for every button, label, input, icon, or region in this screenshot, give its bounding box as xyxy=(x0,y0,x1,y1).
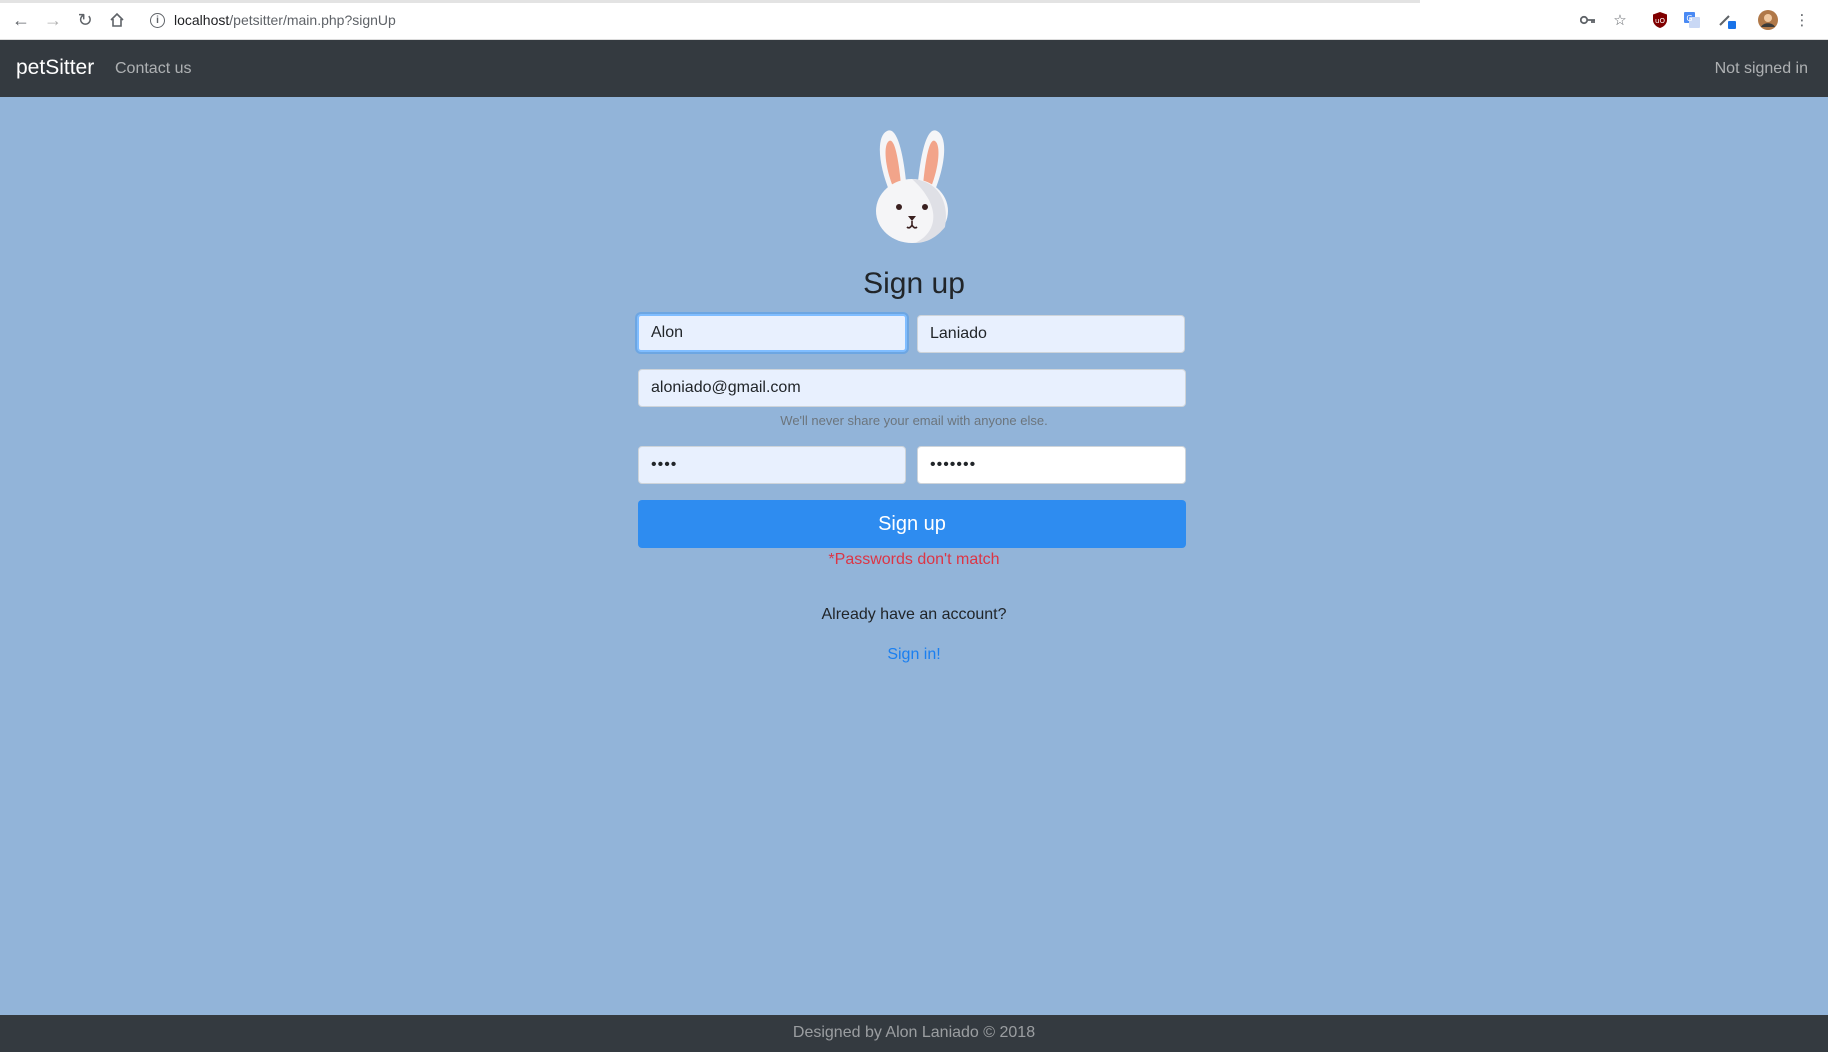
home-icon[interactable] xyxy=(106,9,128,31)
sign-in-link[interactable]: Sign in! xyxy=(887,646,940,663)
url-path: /petsitter/main.php?signUp xyxy=(229,12,396,28)
browser-toolbar: ← → ↻ i localhost/petsitter/main.php?sig… xyxy=(0,0,1828,40)
svg-text:G: G xyxy=(1686,14,1692,23)
ublock-extension-icon[interactable]: uO xyxy=(1650,10,1670,30)
profile-avatar-icon[interactable] xyxy=(1758,10,1778,30)
confirm-password-input[interactable]: ••••••• xyxy=(917,446,1186,484)
chrome-menu-icon[interactable]: ⋮ xyxy=(1792,10,1812,30)
reload-icon[interactable]: ↻ xyxy=(74,9,96,31)
sign-in-status: Not signed in xyxy=(1714,60,1808,77)
bookmark-star-icon[interactable]: ☆ xyxy=(1610,10,1630,30)
tab-strip-edge xyxy=(0,0,1420,3)
navbar: petSitter Contact us Not signed in xyxy=(0,40,1828,97)
email-hint: We'll never share your email with anyone… xyxy=(780,413,1048,428)
brand-logo[interactable]: petSitter xyxy=(16,56,94,80)
translate-extension-icon[interactable]: G xyxy=(1682,10,1702,30)
bunny-logo-icon xyxy=(876,130,948,243)
sign-up-button[interactable]: Sign up xyxy=(638,500,1186,548)
already-have-account-text: Already have an account? xyxy=(821,606,1007,623)
svg-text:uO: uO xyxy=(1655,17,1665,25)
key-icon[interactable] xyxy=(1578,10,1598,30)
page-title: Sign up xyxy=(863,267,965,300)
forward-icon[interactable]: → xyxy=(42,9,64,31)
contact-us-link[interactable]: Contact us xyxy=(115,60,191,78)
address-bar[interactable]: i localhost/petsitter/main.php?signUp xyxy=(150,8,396,32)
signup-page: Sign up Alon Laniado aloniado@gmail.com … xyxy=(0,97,1828,1015)
pen-extension-icon[interactable] xyxy=(1718,10,1738,30)
password-error-message: *Passwords don't match xyxy=(828,551,1000,568)
last-name-input[interactable]: Laniado xyxy=(917,315,1185,353)
password-input[interactable]: •••• xyxy=(638,446,906,484)
site-info-icon[interactable]: i xyxy=(150,12,165,28)
first-name-input[interactable]: Alon xyxy=(637,314,907,352)
email-input[interactable]: aloniado@gmail.com xyxy=(638,369,1186,407)
footer: Designed by Alon Laniado © 2018 xyxy=(0,1015,1828,1052)
back-icon[interactable]: ← xyxy=(10,9,32,31)
url-host: localhost xyxy=(174,12,230,28)
